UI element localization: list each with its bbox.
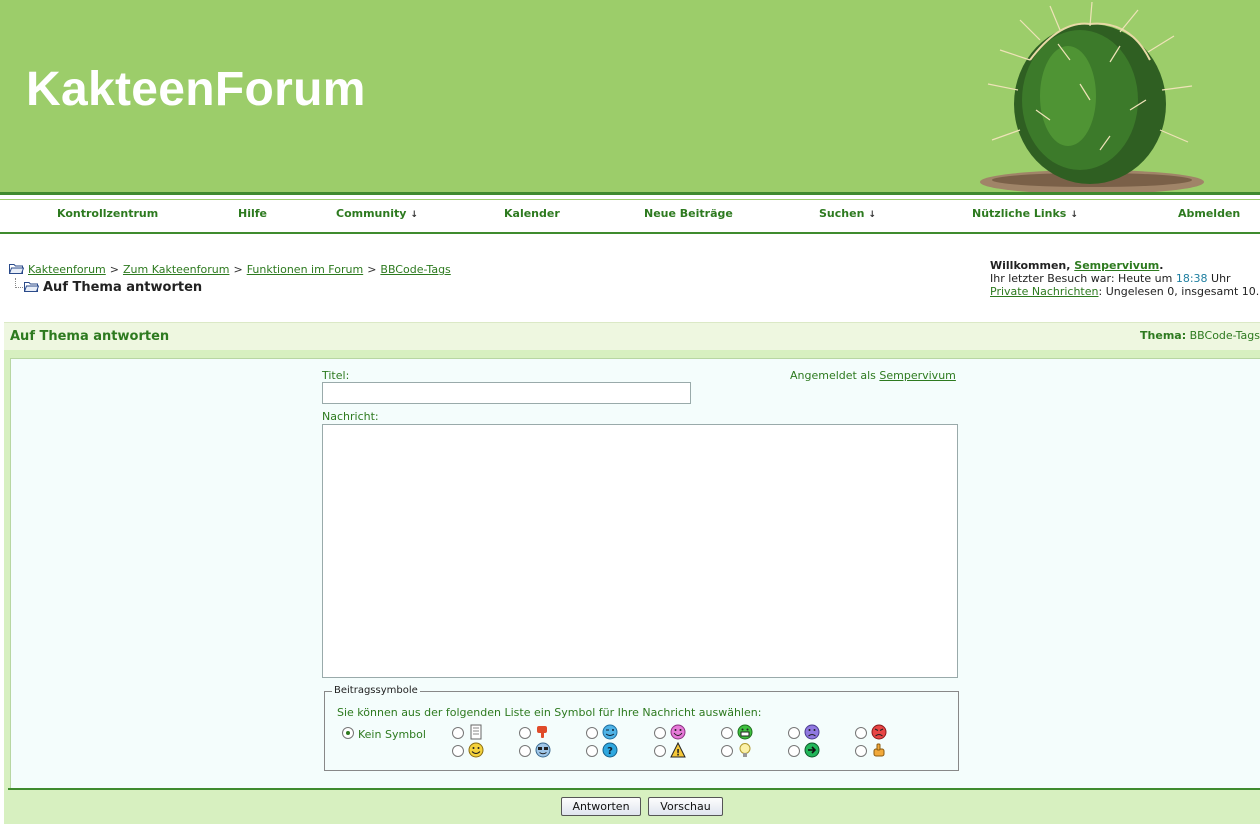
breadcrumb-link-features[interactable]: Funktionen im Forum: [247, 263, 364, 276]
title-input[interactable]: [322, 382, 691, 404]
nav-control-panel[interactable]: Kontrollzentrum: [57, 207, 158, 220]
icon-radio-angry[interactable]: [855, 727, 867, 739]
icon-radio-lightbulb[interactable]: [721, 745, 733, 757]
angry-icon: [871, 724, 887, 740]
breadcrumb-link-main[interactable]: Zum Kakteenforum: [123, 263, 229, 276]
icon-radio-thumbs-down[interactable]: [519, 727, 531, 739]
icon-radio-question[interactable]: [586, 745, 598, 757]
icon-radio-none[interactable]: [342, 727, 354, 739]
breadcrumb-link-forum[interactable]: Kakteenforum: [28, 263, 106, 276]
dropdown-arrow-icon: ↓: [868, 210, 876, 220]
breadcrumb: Kakteenforum > Zum Kakteenforum > Funktionen…: [9, 263, 451, 276]
panel-title: Auf Thema antworten: [10, 329, 170, 344]
grin-icon: [737, 724, 753, 740]
icon-radio-sad[interactable]: [788, 727, 800, 739]
private-messages-link[interactable]: Private Nachrichten: [990, 285, 1099, 298]
logged-in-as: Angemeldet als Sempervivum: [790, 369, 956, 382]
post-icons-description: Sie können aus der folgenden Liste ein S…: [337, 706, 762, 719]
site-header: KakteenForum: [0, 0, 1260, 192]
nav-logout[interactable]: Abmelden: [1178, 207, 1240, 220]
page-title: Auf Thema antworten: [14, 280, 202, 295]
folder-open-icon: [9, 264, 24, 274]
icon-radio-thumbs-up[interactable]: [855, 745, 867, 757]
icon-radio-grin[interactable]: [721, 727, 733, 739]
title-label: Titel:: [322, 369, 350, 382]
icon-radio-cool[interactable]: [519, 745, 531, 757]
wink-icon: [602, 724, 618, 740]
sad-icon: [804, 724, 820, 740]
cool-icon: [535, 742, 551, 758]
pm-status: : Ungelesen 0, insgesamt 10.: [1098, 285, 1260, 298]
cactus-image: [980, 1, 1204, 192]
last-visit-time: 18:38: [1175, 272, 1208, 285]
svg-text:?: ?: [607, 746, 613, 757]
message-label: Nachricht:: [322, 410, 379, 423]
icon-radio-document[interactable]: [452, 727, 464, 739]
thumbs-up-icon: [873, 743, 885, 757]
reply-panel-header: Auf Thema antworten Thema: BBCode-Tags: [4, 322, 1260, 350]
nav-useful-links[interactable]: Nützliche Links ↓: [972, 207, 1078, 220]
topic-label: Thema: BBCode-Tags: [1140, 329, 1260, 342]
message-textarea[interactable]: [322, 424, 958, 678]
post-icons-legend: Beitragssymbole: [332, 685, 420, 696]
icon-radio-warning[interactable]: [654, 745, 666, 757]
no-icon-label: Kein Symbol: [358, 728, 426, 741]
lightbulb-icon: [739, 743, 751, 757]
dropdown-arrow-icon: ↓: [1070, 210, 1078, 220]
logged-in-user-link[interactable]: Sempervivum: [879, 369, 956, 382]
welcome-box: Willkommen, Sempervivum. Ihr letzter Bes…: [990, 259, 1260, 298]
question-icon: ?: [602, 742, 618, 758]
icon-radio-smile-pink[interactable]: [654, 727, 666, 739]
username-link[interactable]: Sempervivum: [1074, 259, 1159, 272]
submit-reply-button[interactable]: Antworten: [561, 797, 641, 816]
nav-community[interactable]: Community ↓: [336, 207, 418, 220]
breadcrumb-link-thread[interactable]: BBCode-Tags: [380, 263, 450, 276]
document-icon: [470, 724, 482, 740]
thumbs-down-icon: [537, 726, 547, 738]
icon-radio-wink[interactable]: [586, 727, 598, 739]
main-nav: Kontrollzentrum Hilfe Community ↓ Kalende…: [0, 192, 1260, 234]
nav-help[interactable]: Hilfe: [238, 207, 267, 220]
dropdown-arrow-icon: ↓: [410, 210, 418, 220]
smile-icon: [468, 742, 484, 758]
nav-search[interactable]: Suchen ↓: [819, 207, 876, 220]
folder-open-icon: [24, 282, 39, 292]
warning-icon: !: [670, 742, 686, 758]
preview-button[interactable]: Vorschau: [648, 797, 723, 816]
site-logo[interactable]: KakteenForum: [26, 62, 366, 117]
svg-text:!: !: [676, 749, 680, 759]
icon-radio-arrow[interactable]: [788, 745, 800, 757]
nav-new-posts[interactable]: Neue Beiträge: [644, 207, 733, 220]
arrow-right-icon: [804, 742, 820, 758]
icon-radio-smile[interactable]: [452, 745, 464, 757]
smile-pink-icon: [670, 724, 686, 740]
nav-calendar[interactable]: Kalender: [504, 207, 560, 220]
